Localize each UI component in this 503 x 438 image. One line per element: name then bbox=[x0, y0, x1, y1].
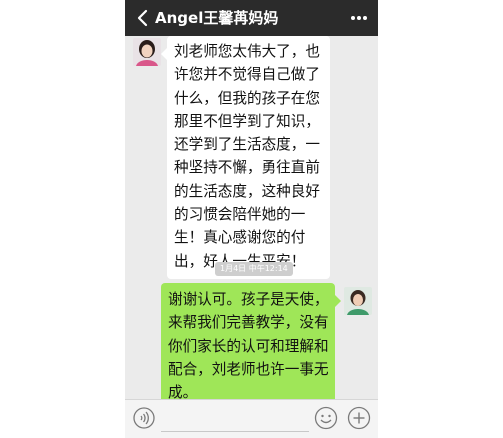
chevron-left-icon[interactable] bbox=[135, 8, 151, 28]
top-bar: Angel王馨苒妈妈 bbox=[125, 0, 378, 36]
received-message-bubble: 刘老师您太伟大了，也许您并不觉得自己做了什么，但我的孩子在您那里不但学到了知识，… bbox=[161, 36, 330, 279]
message-input[interactable] bbox=[161, 405, 309, 432]
chat-screen: Angel王馨苒妈妈 刘老师您太伟大了，也许您并不觉得自己做了什么，但我的孩子在… bbox=[125, 0, 378, 438]
emoji-icon[interactable] bbox=[314, 406, 338, 430]
contact-avatar[interactable] bbox=[133, 38, 161, 66]
more-dots-icon[interactable] bbox=[348, 8, 370, 28]
voice-icon[interactable] bbox=[133, 407, 155, 429]
my-avatar[interactable] bbox=[344, 287, 372, 315]
sent-message-bubble: 谢谢认可。孩子是天使，来帮我们完善教学，没有你们家长的认可和理解和配合，刘老师也… bbox=[161, 283, 341, 411]
chat-title: Angel王馨苒妈妈 bbox=[155, 9, 279, 27]
input-bar bbox=[125, 399, 378, 438]
plus-icon[interactable] bbox=[347, 406, 371, 430]
message-timestamp: 1月4日 中午12:14 bbox=[215, 262, 293, 276]
